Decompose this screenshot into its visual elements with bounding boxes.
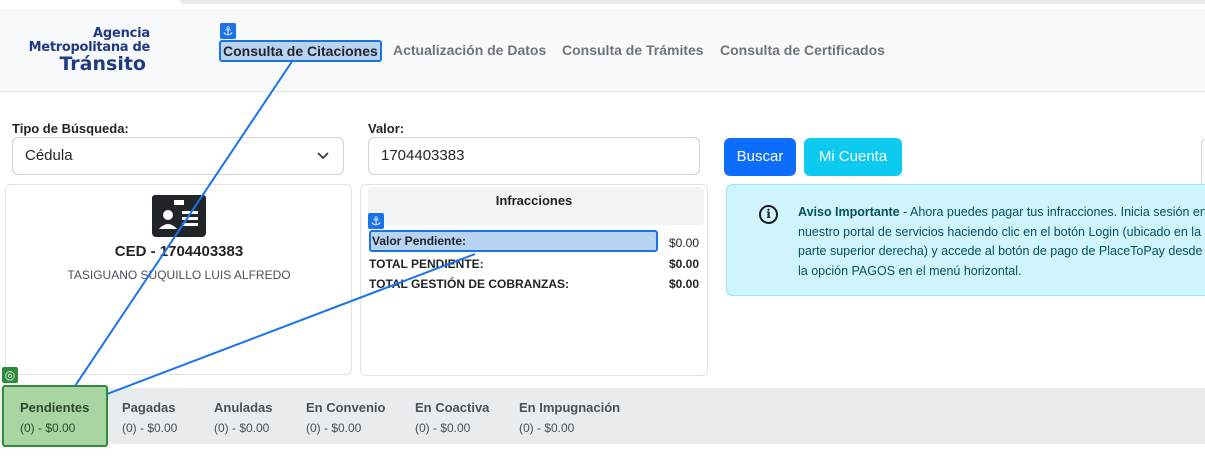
total-pendiente-value: $0.00 xyxy=(668,257,699,271)
nav-consulta-certificados[interactable]: Consulta de Certificados xyxy=(720,42,885,58)
infraccion-row[interactable]: Valor Pendiente: $0.00 xyxy=(369,230,699,252)
info-icon: i xyxy=(759,205,778,224)
notice-alert: i Aviso Importante - Ahora puedes pagar … xyxy=(726,184,1205,296)
search-type-select[interactable]: Cédula xyxy=(12,137,344,175)
nav-consulta-citaciones[interactable]: Consulta de Citaciones xyxy=(219,40,382,62)
tab-summary: (0) - $0.00 xyxy=(415,421,471,435)
logo[interactable]: Agencia Metropolitana de Tránsito xyxy=(28,26,151,75)
tab-label: En Coactiva xyxy=(415,400,490,415)
tab-en-convenio[interactable]: En Convenio (0) - $0.00 xyxy=(306,388,385,444)
search-value-input[interactable]: 1704403383 xyxy=(368,137,700,175)
total-cobranzas-label: TOTAL GESTIÓN DE COBRANZAS: xyxy=(369,277,570,291)
search-button[interactable]: Buscar xyxy=(724,138,796,176)
tab-label: Pendientes xyxy=(20,400,90,415)
nav-actualizacion-datos[interactable]: Actualización de Datos xyxy=(393,42,546,58)
search-value-label: Valor: xyxy=(368,121,405,136)
tab-anuladas[interactable]: Anuladas (0) - $0.00 xyxy=(214,388,273,444)
notice-text: Aviso Importante - Ahora puedes pagar tu… xyxy=(798,203,1205,281)
valor-pendiente-label: Valor Pendiente: xyxy=(369,230,658,252)
total-pendiente-label: TOTAL PENDIENTE: xyxy=(369,257,484,271)
notice-title: Aviso Importante xyxy=(798,205,900,219)
infraccion-row: TOTAL PENDIENTE: $0.00 xyxy=(369,257,699,271)
tab-pagadas[interactable]: Pagadas (0) - $0.00 xyxy=(122,388,177,444)
anchor-icon: ⚓ xyxy=(220,23,236,39)
tab-en-coactiva[interactable]: En Coactiva (0) - $0.00 xyxy=(415,388,489,444)
valor-pendiente-value: $0.00 xyxy=(668,236,699,250)
person-name: TASIGUANO SUQUILLO LUIS ALFREDO xyxy=(67,268,291,282)
tab-pendientes[interactable]: Pendientes (0) - $0.00 xyxy=(2,385,108,447)
navbar: Agencia Metropolitana de Tránsito ⚓ Cons… xyxy=(0,9,1205,92)
nav-consulta-tramites[interactable]: Consulta de Trámites xyxy=(562,42,704,58)
logo-line-3: Tránsito xyxy=(59,53,146,75)
person-ced: CED - 1704403383 xyxy=(114,243,244,260)
chevron-down-icon xyxy=(317,138,329,188)
infraccion-row: TOTAL GESTIÓN DE COBRANZAS: $0.00 xyxy=(369,277,699,291)
tab-en-impugnacion[interactable]: En Impugnación (0) - $0.00 xyxy=(519,388,620,444)
tab-label: Pagadas xyxy=(122,400,176,415)
person-card: CED - 1704403383 TASIGUANO SUQUILLO LUIS… xyxy=(5,184,352,375)
infracciones-title: Infracciones xyxy=(495,193,573,208)
search-value-text: 1704403383 xyxy=(381,147,465,164)
tab-label: En Convenio xyxy=(306,400,386,415)
tab-summary: (0) - $0.00 xyxy=(519,421,575,435)
tab-summary: (0) - $0.00 xyxy=(122,421,178,435)
tab-summary: (0) - $0.00 xyxy=(20,421,76,435)
top-strip xyxy=(0,0,1205,9)
search-type-value: Cédula xyxy=(25,147,73,164)
horizontal-scrollbar[interactable] xyxy=(180,0,1205,4)
tab-summary: (0) - $0.00 xyxy=(214,421,270,435)
tab-label: Anuladas xyxy=(214,400,273,415)
logo-line-1: Agencia xyxy=(93,26,150,41)
status-tabs: Pendientes (0) - $0.00 Pagadas (0) - $0.… xyxy=(0,385,1205,447)
my-account-button[interactable]: Mi Cuenta xyxy=(804,138,902,176)
search-type-label: Tipo de Búsqueda: xyxy=(12,121,129,136)
anchor-icon: ⚓ xyxy=(368,213,384,229)
id-card-icon xyxy=(152,195,206,237)
total-cobranzas-value: $0.00 xyxy=(668,277,699,291)
infracciones-card: Infracciones ⚓ Valor Pendiente: $0.00 TO… xyxy=(360,184,708,376)
tab-summary: (0) - $0.00 xyxy=(306,421,362,435)
tab-label: En Impugnación xyxy=(519,400,621,415)
target-icon: ◎ xyxy=(2,367,18,383)
